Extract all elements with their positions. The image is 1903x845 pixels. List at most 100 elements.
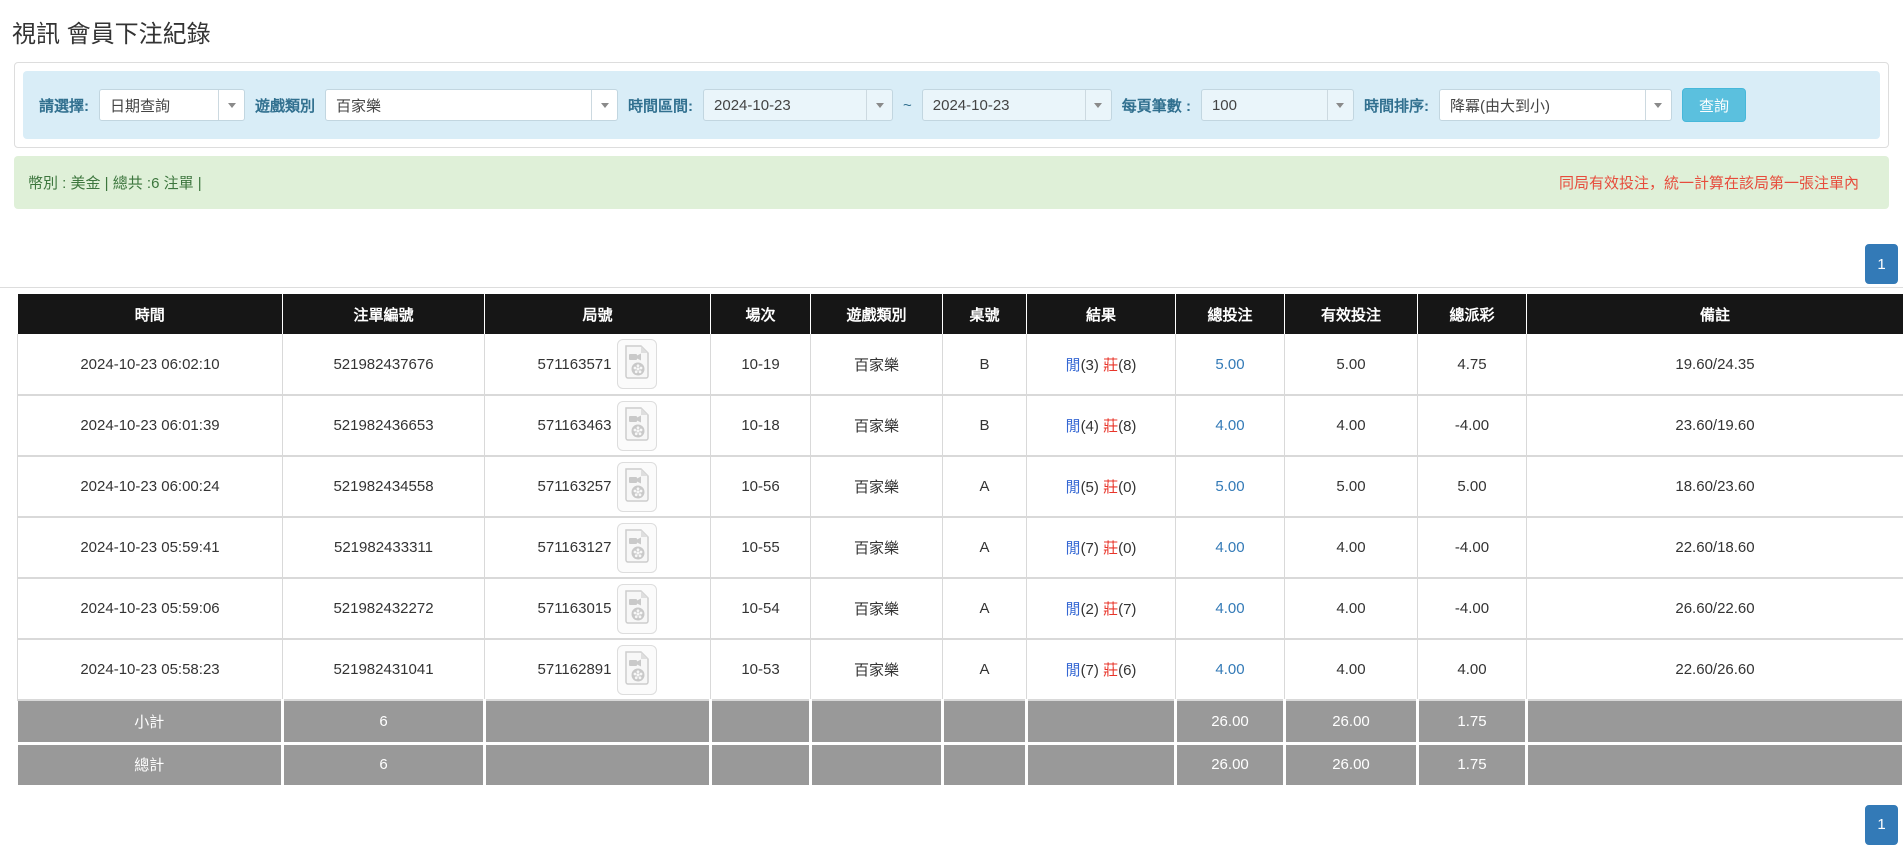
search-button[interactable]: 查詢	[1682, 88, 1746, 122]
sort-select[interactable]: 降冪(由大到小)	[1439, 89, 1672, 121]
total-bet-link[interactable]: 4.00	[1215, 539, 1244, 556]
cell-table-no: A	[943, 456, 1027, 517]
result-player-score: (2)	[1081, 601, 1099, 618]
query-type-label: 請選擇:	[39, 95, 89, 116]
header-payout: 總派彩	[1418, 294, 1527, 334]
game-type-select[interactable]: 百家樂	[325, 89, 618, 121]
video-replay-button[interactable]	[617, 584, 657, 634]
result-player: 閒	[1066, 357, 1081, 374]
round-no-text: 571163015	[538, 600, 612, 617]
cell-note: 22.60/26.60	[1527, 639, 1903, 700]
cell-note: 19.60/24.35	[1527, 334, 1903, 395]
per-page-select[interactable]: 100	[1201, 89, 1354, 121]
date-to-select[interactable]: 2024-10-23	[922, 89, 1112, 121]
cell-valid-bet: 4.00	[1285, 639, 1418, 700]
video-replay-button[interactable]	[617, 523, 657, 573]
table-row: 2024-10-23 06:01:39521982436653571163463…	[18, 395, 1903, 456]
cell-bet-no: 521982433311	[283, 517, 485, 578]
total-bet-link[interactable]: 5.00	[1215, 478, 1244, 495]
result-banker-score: (0)	[1118, 479, 1136, 496]
video-replay-button[interactable]	[617, 645, 657, 695]
result-player: 閒	[1066, 479, 1081, 496]
result-banker: 莊	[1103, 601, 1118, 618]
cell-round-no: 571163571	[485, 334, 711, 395]
cell-payout: 4.75	[1418, 334, 1527, 395]
header-table-no: 桌號	[943, 294, 1027, 334]
cell-payout: -4.00	[1418, 578, 1527, 639]
cell-note: 18.60/23.60	[1527, 456, 1903, 517]
summary-note: 同局有效投注，統一計算在該局第一張注單內	[1559, 172, 1859, 193]
time-range-label: 時間區間:	[628, 95, 693, 116]
cell-time: 2024-10-23 06:01:39	[18, 395, 283, 456]
cell-valid-bet: 5.00	[1285, 456, 1418, 517]
cell-round-no: 571163463	[485, 395, 711, 456]
cell-game-type: 百家樂	[811, 639, 943, 700]
result-banker: 莊	[1103, 418, 1118, 435]
chevron-down-icon	[591, 90, 617, 120]
result-banker-score: (8)	[1118, 418, 1136, 435]
chevron-down-icon	[218, 90, 244, 120]
cell-result: 閒(7) 莊(6)	[1027, 639, 1176, 700]
cell-result: 閒(4) 莊(8)	[1027, 395, 1176, 456]
subtotal-payout: 1.75	[1418, 700, 1527, 743]
result-player-score: (7)	[1081, 662, 1099, 679]
round-no-text: 571163127	[538, 539, 612, 556]
result-player-score: (4)	[1081, 418, 1099, 435]
result-player: 閒	[1066, 418, 1081, 435]
filter-panel: 請選擇: 日期查詢 遊戲類別 百家樂 時間區間: 2024-10-23 ~ 20…	[14, 62, 1889, 148]
header-session: 場次	[711, 294, 811, 334]
result-banker: 莊	[1103, 479, 1118, 496]
file-video-icon	[624, 345, 650, 383]
result-banker: 莊	[1103, 662, 1118, 679]
query-type-value: 日期查詢	[100, 90, 218, 120]
cell-round-no: 571163015	[485, 578, 711, 639]
currency-summary: 幣別 : 美金 | 總共 :6 注單 |	[28, 172, 202, 193]
date-from-select[interactable]: 2024-10-23	[703, 89, 893, 121]
cell-time: 2024-10-23 05:58:23	[18, 639, 283, 700]
query-type-select[interactable]: 日期查詢	[99, 89, 245, 121]
cell-payout: 4.00	[1418, 639, 1527, 700]
header-valid-bet: 有效投注	[1285, 294, 1418, 334]
video-replay-button[interactable]	[617, 462, 657, 512]
cell-total-bet: 5.00	[1176, 334, 1285, 395]
cell-table-no: B	[943, 334, 1027, 395]
result-banker: 莊	[1103, 357, 1118, 374]
result-player-score: (3)	[1081, 357, 1099, 374]
chevron-down-icon	[1645, 90, 1671, 120]
range-separator: ~	[903, 97, 912, 114]
per-page-label: 每頁筆數 :	[1122, 95, 1191, 116]
sort-label: 時間排序:	[1364, 95, 1429, 116]
total-bet-link[interactable]: 4.00	[1215, 417, 1244, 434]
total-bet-link[interactable]: 4.00	[1215, 661, 1244, 678]
total-bet-link[interactable]: 4.00	[1215, 600, 1244, 617]
subtotal-row: 小計 6 26.00 26.00 1.75	[18, 700, 1903, 743]
cell-session: 10-54	[711, 578, 811, 639]
cell-note: 26.60/22.60	[1527, 578, 1903, 639]
file-video-icon	[624, 468, 650, 506]
chevron-down-icon	[866, 90, 892, 120]
video-replay-button[interactable]	[617, 339, 657, 389]
cell-session: 10-53	[711, 639, 811, 700]
cell-payout: -4.00	[1418, 517, 1527, 578]
page-1-button-bottom[interactable]: 1	[1865, 805, 1898, 845]
cell-valid-bet: 5.00	[1285, 334, 1418, 395]
header-note: 備註	[1527, 294, 1903, 334]
grand-total-row: 總計 6 26.00 26.00 1.75	[18, 743, 1903, 786]
cell-result: 閒(2) 莊(7)	[1027, 578, 1176, 639]
total-bet-link[interactable]: 5.00	[1215, 356, 1244, 373]
cell-bet-no: 521982431041	[283, 639, 485, 700]
cell-round-no: 571162891	[485, 639, 711, 700]
cell-payout: 5.00	[1418, 456, 1527, 517]
cell-total-bet: 4.00	[1176, 578, 1285, 639]
header-round-no: 局號	[485, 294, 711, 334]
table-row: 2024-10-23 06:02:10521982437676571163571…	[18, 334, 1903, 395]
game-type-label: 遊戲類別	[255, 95, 315, 116]
video-replay-button[interactable]	[617, 401, 657, 451]
divider	[0, 287, 1903, 288]
total-valid-bet: 26.00	[1285, 743, 1418, 786]
cell-total-bet: 5.00	[1176, 456, 1285, 517]
cell-total-bet: 4.00	[1176, 395, 1285, 456]
total-payout: 1.75	[1418, 743, 1527, 786]
cell-session: 10-18	[711, 395, 811, 456]
page-1-button[interactable]: 1	[1865, 244, 1898, 284]
